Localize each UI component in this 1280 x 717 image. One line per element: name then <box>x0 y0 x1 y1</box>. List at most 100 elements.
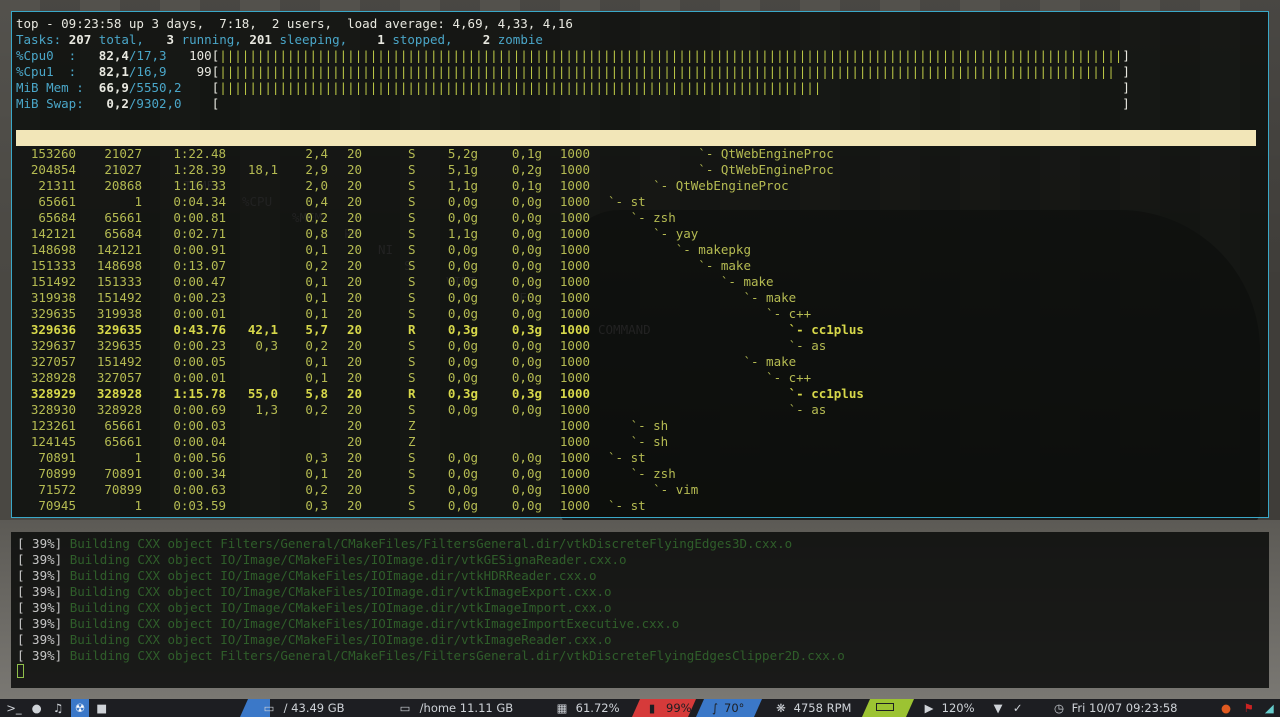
cell-mem: 0,1 <box>305 242 328 257</box>
cell-ppid: 148698 <box>96 258 142 273</box>
cell-virt: 5,1g <box>447 162 478 177</box>
cell-virt: 0,0g <box>447 498 478 513</box>
table-row[interactable]: 151333 148698 0:13.07 0,2 20 S 0,0g 0,0g 1000 `-… <box>16 258 1256 274</box>
build-progress: [ 39%] <box>17 552 63 567</box>
cell-cmd: `- makepkg <box>608 242 751 257</box>
table-row[interactable]: 328929 328928 1:15.78 55,0 5,8 20 R 0,3g 0,3g 100… <box>16 386 1256 402</box>
cell-cmd: `- QtWebEngineProc <box>608 146 834 161</box>
radioactive-icon[interactable]: ☢ <box>70 699 89 717</box>
cell-res: 0,0g <box>511 210 542 225</box>
cell-time: 0:00.01 <box>173 370 226 385</box>
cell-s: S <box>408 402 416 417</box>
table-row[interactable]: 329635 319938 0:00.01 0,1 20 S 0,0g 0,0g 1000 `-… <box>16 306 1256 322</box>
build-line: [ 39%] Building CXX object IO/Image/CMak… <box>17 584 612 600</box>
build-terminal-window[interactable]: [ 39%] Building CXX object Filters/Gener… <box>11 532 1269 688</box>
table-row[interactable]: 204854 21027 1:28.39 18,1 2,9 20 S 5,1g 0,2g 1000… <box>16 162 1256 178</box>
cell-ppid: 327057 <box>96 370 142 385</box>
checkmark-icon[interactable]: ✓ <box>1010 699 1026 717</box>
cell-pid: 71572 <box>38 482 76 497</box>
table-row[interactable]: 329636 329635 0:43.76 42,1 5,7 20 R 0,3g 0,3g 100… <box>16 322 1256 338</box>
lock-icon[interactable]: ■ <box>93 699 111 717</box>
cell-ppid: 21027 <box>104 146 142 161</box>
cell-time: 0:00.34 <box>173 466 226 481</box>
table-row[interactable]: 70891 1 0:00.56 0,3 20 S 0,0g 0,0g 1000 `- st <box>16 450 1256 466</box>
cell-virt: 0,0g <box>447 354 478 369</box>
cell-mem: 0,2 <box>305 258 328 273</box>
table-row[interactable]: 124145 65661 0:00.04 20 Z 1000 `- sh <box>16 434 1256 450</box>
cell-s: Z <box>408 434 416 449</box>
build-progress: [ 39%] <box>17 632 63 647</box>
terminal-icon[interactable]: >_ <box>4 699 24 717</box>
cell-res: 0,1g <box>511 146 542 161</box>
cell-pr: 20 <box>346 466 362 481</box>
cell-ppid: 319938 <box>96 306 142 321</box>
table-row[interactable]: 65661 1 0:04.34 0,4 20 S 0,0g 0,0g 1000 `- st <box>16 194 1256 210</box>
table-row[interactable]: 123261 65661 0:00.03 20 Z 1000 `- sh <box>16 418 1256 434</box>
signal-icon[interactable]: ◢ <box>1261 699 1277 717</box>
cell-mem: 5,8 <box>305 386 328 401</box>
table-row[interactable]: 71572 70899 0:00.63 0,2 20 S 0,0g 0,0g 1000 `- v… <box>16 482 1256 498</box>
table-row[interactable]: 21311 20868 1:16.33 2,0 20 S 1,1g 0,1g 1000 `- Q… <box>16 178 1256 194</box>
build-message: Building CXX object IO/Image/CMakeFiles/… <box>69 584 612 599</box>
process-table-header[interactable]: PID PPID TIME+ %CPU %MEM PR NI S VIRT RE… <box>16 130 1256 337</box>
cell-res: 0,3g <box>511 386 542 401</box>
cell-cpu: 1,3 <box>255 402 278 417</box>
table-row[interactable]: 70945 1 0:03.59 0,3 20 S 0,0g 0,0g 1000 `- st <box>16 498 1256 514</box>
table-row[interactable]: 328930 328928 0:00.69 1,3 0,2 20 S 0,0g 0,0g 1000… <box>16 402 1256 418</box>
cell-cmd: `- st <box>608 450 646 465</box>
volume-status[interactable]: ▶ 120% <box>920 699 980 717</box>
table-row[interactable]: 327057 151492 0:00.05 0,1 20 S 0,0g 0,0g 1000 `-… <box>16 354 1256 370</box>
cell-ppid: 65661 <box>104 210 142 225</box>
cell-uid: 1000 <box>559 466 590 481</box>
cell-res: 0,1g <box>511 178 542 193</box>
cell-cmd: `- make <box>608 290 797 305</box>
table-row[interactable]: 319938 151492 0:00.23 0,1 20 S 0,0g 0,0g 1000 `-… <box>16 290 1256 306</box>
clock-status[interactable]: ◷ Fri 10/07 09:23:58 <box>1050 699 1212 717</box>
table-row[interactable]: 329637 329635 0:00.23 0,3 0,2 20 S 0,0g 0,0g 1000… <box>16 338 1256 354</box>
cell-time: 1:16.33 <box>173 178 226 193</box>
cell-virt: 1,1g <box>447 178 478 193</box>
top-terminal-window[interactable]: top - 09:23:58 up 3 days, 7:18, 2 users,… <box>11 11 1269 518</box>
table-row[interactable]: 142121 65684 0:02.71 0,8 20 S 1,1g 0,0g 1000 `- … <box>16 226 1256 242</box>
flag-icon[interactable]: ⚑ <box>1240 699 1258 717</box>
cell-mem: 0,3 <box>305 450 328 465</box>
cell-cmd: `- c++ <box>608 370 812 385</box>
table-row[interactable]: 153260 21027 1:22.48 2,4 20 S 5,2g 0,1g 1000 `- … <box>16 146 1256 162</box>
cell-pr: 20 <box>346 482 362 497</box>
cell-ppid: 1 <box>134 498 142 513</box>
table-row[interactable]: 70899 70891 0:00.34 0,1 20 S 0,0g 0,0g 1000 `- z… <box>16 466 1256 482</box>
cell-mem: 0,8 <box>305 226 328 241</box>
cell-pr: 20 <box>346 210 362 225</box>
cell-pid: 328930 <box>30 402 76 417</box>
table-row[interactable]: 328928 327057 0:00.01 0,1 20 S 0,0g 0,0g 1000 `-… <box>16 370 1256 386</box>
cell-uid: 1000 <box>559 434 590 449</box>
cell-cpu: 55,0 <box>247 386 278 401</box>
cell-res: 0,0g <box>511 338 542 353</box>
music-icon[interactable]: ♫ <box>49 699 67 717</box>
ram-status: ▦ 61.72% <box>552 699 632 717</box>
cell-pr: 20 <box>346 370 362 385</box>
cell-cmd: `- make <box>608 258 751 273</box>
cell-uid: 1000 <box>559 418 590 433</box>
memory-icon: ▦ <box>556 701 568 715</box>
cell-uid: 1000 <box>559 498 590 513</box>
cell-uid: 1000 <box>559 258 590 273</box>
cell-res: 0,0g <box>511 370 542 385</box>
cell-uid: 1000 <box>559 338 590 353</box>
bluetooth-icon[interactable]: ▼ <box>990 699 1006 717</box>
cell-s: S <box>408 290 416 305</box>
firefox-icon[interactable]: ● <box>1216 699 1236 717</box>
cell-pid: 65684 <box>38 210 76 225</box>
cell-virt: 0,0g <box>447 194 478 209</box>
cell-virt: 0,0g <box>447 210 478 225</box>
cell-s: R <box>408 386 416 401</box>
cell-pid: 329636 <box>30 322 76 337</box>
cell-ppid: 70891 <box>104 466 142 481</box>
table-row[interactable]: 148698 142121 0:00.91 0,1 20 S 0,0g 0,0g 1000 `-… <box>16 242 1256 258</box>
build-progress: [ 39%] <box>17 648 63 663</box>
table-row[interactable]: 65684 65661 0:00.81 0,2 20 S 0,0g 0,0g 1000 `- z… <box>16 210 1256 226</box>
table-row[interactable]: 151492 151333 0:00.47 0,1 20 S 0,0g 0,0g 1000 `-… <box>16 274 1256 290</box>
build-message: Building CXX object IO/Image/CMakeFiles/… <box>69 600 612 615</box>
globe-icon[interactable]: ● <box>28 699 46 717</box>
cell-cmd: `- QtWebEngineProc <box>608 162 834 177</box>
